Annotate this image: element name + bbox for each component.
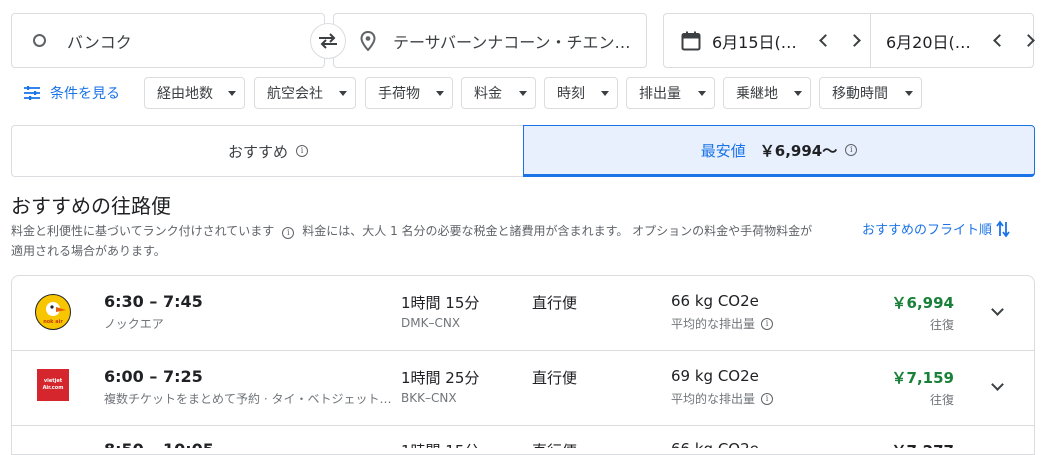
flight-price: ￥6,994 <box>891 294 954 312</box>
swap-button[interactable] <box>310 23 346 59</box>
filter-stops[interactable]: 経由地数 <box>144 77 245 109</box>
sort-label: おすすめのフライト順 <box>862 223 993 238</box>
filter-connecting-airports[interactable]: 乗継地 <box>723 77 811 109</box>
filter-times[interactable]: 時刻 <box>544 77 618 109</box>
tab-best[interactable]: おすすめ i <box>11 125 524 177</box>
all-filters-button[interactable]: 条件を見る <box>24 77 120 109</box>
emissions-note-label: 平均的な排出量 <box>671 392 756 406</box>
flight-price: ￥7,277 <box>854 440 954 448</box>
emissions-note-label: 平均的な排出量 <box>671 317 756 331</box>
dropdown-caret-icon <box>339 90 347 96</box>
flight-times: 8:50 – 10:05 <box>104 440 214 448</box>
info-icon[interactable]: i <box>296 145 308 157</box>
flight-stops: 直行便 <box>532 294 578 312</box>
price-note-continued: 適用される場合があります。 <box>11 244 166 258</box>
expand-chevron-icon[interactable] <box>991 303 1004 316</box>
swap-arrows-icon <box>319 33 337 49</box>
flight-route: DMK–CNX <box>401 316 461 330</box>
tab-cheapest[interactable]: 最安値 ￥6,994～ i <box>523 125 1035 177</box>
chip-label: 経由地数 <box>157 86 213 102</box>
chip-label: 排出量 <box>639 86 681 102</box>
flight-row[interactable]: vietjet Air.com 6:00 – 7:25 複数チケットをまとめて予… <box>11 351 1035 425</box>
price-note: 料金には、大人 1 名分の必要な税金と諸費用が含まれます。 オプションの料金や手… <box>302 224 813 238</box>
filter-bags[interactable]: 手荷物 <box>365 77 453 109</box>
origin-value: バンコク <box>67 32 132 52</box>
flight-duration: 1時間 15分 <box>401 440 479 448</box>
filter-price[interactable]: 料金 <box>461 77 536 109</box>
flight-duration: 1時間 15分 <box>401 294 480 312</box>
origin-field[interactable]: バンコク <box>11 13 325 68</box>
results-heading: おすすめの往路便 <box>11 194 171 218</box>
flight-row[interactable]: nok air 6:30 – 7:45 ノックエア 1時間 15分 DMK–CN… <box>11 276 1035 350</box>
depart-date[interactable]: 6月15日(日) <box>712 29 803 53</box>
airline-name: 複数チケットをまとめて予約 · タイ・ベトジェットエア <box>104 392 394 406</box>
return-next-icon[interactable] <box>1022 34 1035 47</box>
expand-chevron-icon[interactable] <box>991 378 1004 391</box>
flight-stops: 直行便 <box>532 440 577 448</box>
date-field[interactable]: 6月15日(日) 6月20日(金) <box>663 13 1035 68</box>
emissions-note: 平均的な排出量 i <box>671 315 774 332</box>
depart-next-icon[interactable] <box>848 34 861 47</box>
calendar-icon <box>681 31 701 50</box>
nok-air-logo-text: nok air <box>43 319 63 325</box>
tab-cheapest-price: ￥6,994～ <box>759 141 838 160</box>
flight-times: 6:30 – 7:45 <box>104 292 203 311</box>
emissions-note: 平均的な排出量 i <box>671 390 774 407</box>
trip-type: 往復 <box>929 393 954 407</box>
depart-prev-icon[interactable] <box>819 34 832 47</box>
sort-arrows-icon <box>996 220 1010 237</box>
flight-row[interactable]: 8:50 – 10:05 1時間 15分 直行便 66 kg CO2e ￥7,2… <box>11 426 1035 448</box>
tab-cheapest-label: 最安値 <box>700 141 746 160</box>
filter-duration[interactable]: 移動時間 <box>819 77 922 109</box>
destination-value: テーサバーンナコーン・チエン… <box>393 32 631 52</box>
flight-emissions: 66 kg CO2e <box>671 440 759 448</box>
chip-label: 手荷物 <box>378 86 420 102</box>
info-icon[interactable]: i <box>845 144 858 156</box>
chip-label: 航空会社 <box>267 86 323 102</box>
dropdown-caret-icon <box>794 90 802 96</box>
location-pin-icon <box>360 30 376 51</box>
flight-stops: 直行便 <box>532 369 578 387</box>
destination-field[interactable]: テーサバーンナコーン・チエン… <box>333 13 647 68</box>
flight-emissions: 69 kg CO2e <box>671 367 759 385</box>
airline-name: ノックエア <box>104 317 164 331</box>
dropdown-caret-icon <box>698 90 706 96</box>
date-divider <box>870 13 871 68</box>
info-icon[interactable]: i <box>761 392 774 405</box>
dropdown-caret-icon <box>436 90 444 96</box>
sort-button[interactable]: おすすめのフライト順 <box>862 219 1011 238</box>
dropdown-caret-icon <box>601 90 609 96</box>
info-icon[interactable]: i <box>761 317 774 330</box>
return-prev-icon[interactable] <box>993 34 1006 47</box>
dropdown-caret-icon <box>519 90 527 96</box>
origin-circle-icon <box>33 34 46 47</box>
flight-route: BKK–CNX <box>401 391 457 405</box>
dropdown-caret-icon <box>228 90 236 96</box>
trip-type: 往復 <box>929 318 954 332</box>
results-note: 料金と利便性に基づいてランク付けされています i 料金には、大人 1 名分の必要な税… <box>11 221 851 261</box>
dropdown-caret-icon <box>905 90 913 96</box>
vietjet-logo: vietjet Air.com <box>37 369 69 401</box>
ranking-info-icon[interactable]: i <box>282 227 295 239</box>
vietjet-logo-text: vietjet Air.com <box>42 378 64 391</box>
ranking-note: 料金と利便性に基づいてランク付けされています <box>11 224 275 238</box>
filter-emissions[interactable]: 排出量 <box>626 77 715 109</box>
flight-emissions: 66 kg CO2e <box>671 292 759 310</box>
all-filters-label: 条件を見る <box>50 86 120 102</box>
tune-icon <box>24 86 40 100</box>
flight-price: ￥7,159 <box>891 369 954 387</box>
chip-label: 時刻 <box>557 86 585 102</box>
chip-label: 料金 <box>474 86 502 102</box>
chip-label: 移動時間 <box>832 86 888 102</box>
flight-duration: 1時間 25分 <box>401 369 480 387</box>
tab-best-label: おすすめ <box>227 142 288 161</box>
filter-airlines[interactable]: 航空会社 <box>254 77 356 109</box>
return-date[interactable]: 6月20日(金) <box>886 29 977 53</box>
flight-times: 6:00 – 7:25 <box>104 367 203 386</box>
chip-label: 乗継地 <box>736 86 778 102</box>
